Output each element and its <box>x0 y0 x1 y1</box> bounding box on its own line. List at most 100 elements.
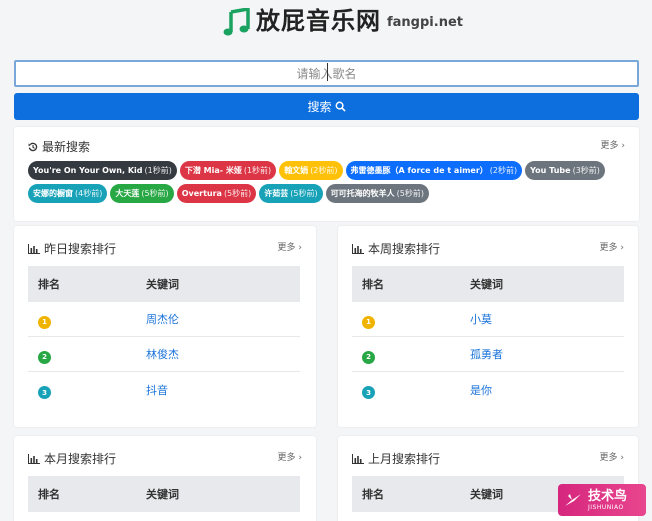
week-rank-table: 排名 关键词 1 小莫 2 孤勇者 3 是你 <box>352 266 624 407</box>
table-header: 排名 关键词 <box>28 266 300 302</box>
badge-time: (2秒前) <box>489 166 518 175</box>
month-more-link[interactable]: 更多 › <box>278 450 302 463</box>
keyword-link[interactable]: 周杰伦 <box>146 311 179 327</box>
badge-time: (1秒前) <box>243 166 272 175</box>
rank-number-badge: 1 <box>38 315 51 329</box>
week-more-link[interactable]: 更多 › <box>600 240 624 253</box>
week-rank-title: 本周搜索排行 <box>352 240 440 257</box>
keyword-link[interactable]: 抖音 <box>146 382 168 398</box>
badge-time: (5秒前) <box>290 189 318 198</box>
table-row: 2 孤勇者 <box>352 337 624 372</box>
rank-number-badge: 2 <box>38 350 51 364</box>
last-month-more-link[interactable]: 更多 › <box>600 450 624 463</box>
latest-search-title-text: 最新搜索 <box>42 140 91 154</box>
keyword-link[interactable]: 小莫 <box>470 311 492 327</box>
last-month-rank-title-text: 上月搜索排行 <box>368 452 441 466</box>
latest-search-badge[interactable]: Overtura (5秒前) <box>176 184 257 203</box>
latest-search-badge[interactable]: 弗雷德墨豚（A force de t aimer） (2秒前) <box>345 161 523 180</box>
latest-search-badge[interactable]: You're On Your Own, Kid (1秒前) <box>28 161 177 180</box>
bar-chart-icon <box>28 243 40 254</box>
bar-chart-icon <box>352 243 364 254</box>
rank-number-badge: 2 <box>362 350 375 364</box>
table-row: 1 小莫 <box>352 302 624 337</box>
watermark-main: 技术鸟 <box>588 488 628 504</box>
rank-number-badge: 1 <box>362 315 375 329</box>
search-button-label: 搜索 <box>307 100 332 114</box>
keyword-link[interactable]: 孤勇者 <box>470 346 503 362</box>
text-cursor <box>327 63 328 81</box>
badge-keyword: 大天莲 <box>115 189 140 198</box>
rank-column-header: 排名 <box>362 488 384 501</box>
rank-column-header: 排名 <box>362 278 384 291</box>
yesterday-rank-table: 排名 关键词 1 周杰伦 2 林俊杰 3 抖音 <box>28 266 300 407</box>
table-row: 1 周杰伦 <box>28 302 300 337</box>
badge-keyword: Overtura <box>181 189 222 198</box>
latest-search-badge[interactable]: 下潜 Mia- 米娅 (1秒前) <box>179 161 277 180</box>
rank-cell: 1 <box>28 309 146 329</box>
bar-chart-icon <box>352 453 364 464</box>
latest-search-badge[interactable]: 安娜的橱窗 (4秒前) <box>28 184 108 203</box>
watermark-sub: JISHUNIAO <box>588 503 624 511</box>
badge-keyword: 下潜 Mia- 米娅 <box>184 166 242 175</box>
search-button[interactable]: 搜索 <box>14 93 639 120</box>
site-name: 放屁音乐网 <box>256 7 381 35</box>
rank-number-badge: 3 <box>362 386 375 400</box>
badge-time: (5秒前) <box>223 189 252 198</box>
badge-time: (5秒前) <box>396 189 424 198</box>
keyword-link[interactable]: 林俊杰 <box>146 346 179 362</box>
week-rank-card: 本周搜索排行 更多 › 排名 关键词 1 小莫 2 孤勇者 3 是你 <box>338 226 638 427</box>
rank-cell: 2 <box>352 344 470 364</box>
keyword-column-header: 关键词 <box>146 488 179 501</box>
keyword-column-header: 关键词 <box>146 278 179 291</box>
badge-time: (1秒前) <box>144 166 172 175</box>
watermark-logo: 技术鸟 JISHUNIAO <box>558 484 646 516</box>
yesterday-rank-title-text: 昨日搜索排行 <box>44 242 117 256</box>
music-note-icon <box>223 8 250 36</box>
badge-keyword: 可可托海的牧羊人 <box>330 189 395 198</box>
site-header: 放屁音乐网 fangpi.net <box>0 0 652 54</box>
badge-keyword: 弗雷德墨豚（A force de t aimer） <box>350 166 488 175</box>
table-row: 3 抖音 <box>28 372 300 407</box>
site-logo[interactable]: 放屁音乐网 fangpi.net <box>222 4 463 38</box>
keyword-link[interactable]: 是你 <box>470 382 492 398</box>
yesterday-more-link[interactable]: 更多 › <box>278 240 302 253</box>
week-rank-rows: 1 小莫 2 孤勇者 3 是你 <box>352 302 624 407</box>
badge-time: (4秒前) <box>75 189 103 198</box>
badge-keyword: You Tube <box>530 166 571 175</box>
latest-search-card: 最新搜索 更多 › You're On Your Own, Kid (1秒前) 下潜… <box>14 127 639 221</box>
last-month-rank-title: 上月搜索排行 <box>352 450 440 467</box>
latest-search-badge[interactable]: 翰文娟 (2秒前) <box>279 161 343 180</box>
history-icon <box>28 142 38 151</box>
keyword-column-header: 关键词 <box>470 488 503 501</box>
week-rank-title-text: 本周搜索排行 <box>368 242 441 256</box>
search-icon <box>335 101 346 112</box>
table-row: 3 是你 <box>352 372 624 407</box>
latest-search-badge[interactable]: 许茹芸 (5秒前) <box>259 184 323 203</box>
badge-keyword: 翰文娟 <box>284 166 309 175</box>
badge-time: (2秒前) <box>310 166 338 175</box>
rank-number-badge: 3 <box>38 386 51 400</box>
rank-cell: 2 <box>28 344 146 364</box>
rank-cell: 3 <box>28 380 146 400</box>
keyword-column-header: 关键词 <box>470 278 503 291</box>
table-header: 排名 关键词 <box>28 476 300 512</box>
latest-search-title: 最新搜索 <box>28 138 90 155</box>
month-rank-card: 本月搜索排行 更多 › 排名 关键词 <box>14 436 316 521</box>
latest-search-badge[interactable]: You Tube (3秒前) <box>525 161 605 180</box>
rank-column-header: 排名 <box>38 488 60 501</box>
site-domain: fangpi.net <box>387 15 463 30</box>
rank-cell: 1 <box>352 309 470 329</box>
latest-search-list: You're On Your Own, Kid (1秒前) 下潜 Mia- 米娅 (1… <box>28 161 628 203</box>
latest-search-badge[interactable]: 可可托海的牧羊人 (5秒前) <box>325 184 429 203</box>
month-rank-title-text: 本月搜索排行 <box>44 452 117 466</box>
badge-keyword: 安娜的橱窗 <box>33 189 73 198</box>
yesterday-rank-title: 昨日搜索排行 <box>28 240 116 257</box>
yesterday-rank-card: 昨日搜索排行 更多 › 排名 关键词 1 周杰伦 2 林俊杰 3 抖音 <box>14 226 316 427</box>
latest-more-link[interactable]: 更多 › <box>601 138 625 151</box>
latest-search-badge[interactable]: 大天莲 (5秒前) <box>110 184 174 203</box>
rank-cell: 3 <box>352 380 470 400</box>
badge-time: (5秒前) <box>141 189 169 198</box>
yesterday-rank-rows: 1 周杰伦 2 林俊杰 3 抖音 <box>28 302 300 407</box>
month-rank-title: 本月搜索排行 <box>28 450 116 467</box>
table-row: 2 林俊杰 <box>28 337 300 372</box>
